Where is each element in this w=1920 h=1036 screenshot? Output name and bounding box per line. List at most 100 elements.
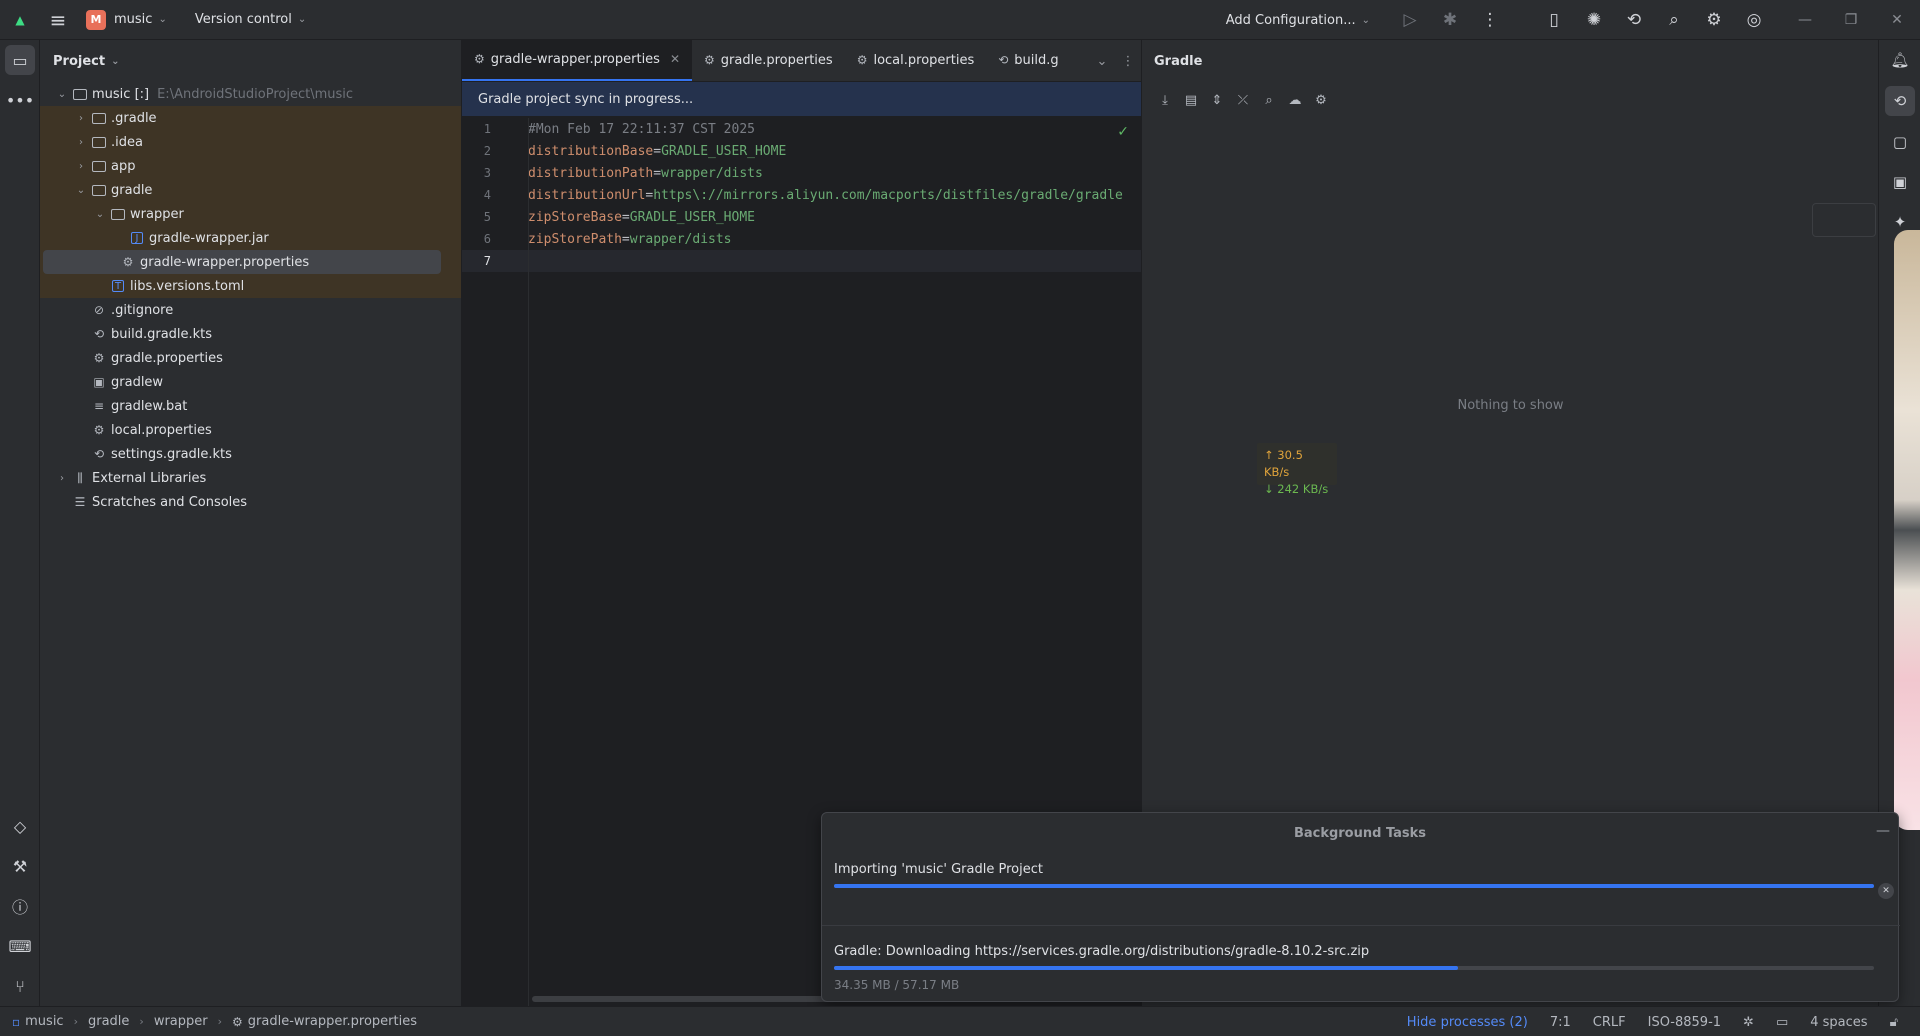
- caret-position[interactable]: 7:1: [1550, 1015, 1571, 1030]
- tree-item[interactable]: ≡ gradlew.bat: [40, 394, 461, 418]
- tree-item[interactable]: Tlibs.versions.toml: [40, 274, 461, 298]
- tree-item[interactable]: ⚙ gradle.properties: [40, 346, 461, 370]
- tree-item[interactable]: › ⫼ External Libraries: [40, 466, 461, 490]
- tree-item[interactable]: ☰ Scratches and Consoles: [40, 490, 461, 514]
- editor-tab[interactable]: ⚙ local.properties: [845, 39, 987, 81]
- chevron-right-icon[interactable]: ›: [73, 161, 89, 172]
- gradle-settings-icon[interactable]: ⚙: [1308, 93, 1334, 108]
- collapse-all-icon[interactable]: ⤫: [1230, 93, 1256, 108]
- settings-gear-icon[interactable]: ⚙: [1694, 0, 1734, 40]
- chevron-down-icon[interactable]: ⌄: [73, 185, 89, 196]
- chevron-right-icon[interactable]: ›: [73, 113, 89, 124]
- breadcrumb-item[interactable]: wrapper: [154, 1014, 208, 1029]
- floating-placeholder: [1812, 203, 1876, 237]
- breadcrumb-item[interactable]: ⚙ gradle-wrapper.properties: [232, 1014, 417, 1029]
- notifications-icon[interactable]: 🔔︎: [1879, 40, 1920, 80]
- read-only-lock-icon[interactable]: 🔓︎: [1890, 1015, 1898, 1030]
- restore-window-icon[interactable]: ❐: [1828, 0, 1874, 40]
- memory-indicator-icon[interactable]: ▭: [1776, 1015, 1788, 1030]
- chevron-right-icon[interactable]: ›: [73, 137, 89, 148]
- search-icon[interactable]: ⌕: [1654, 0, 1694, 40]
- account-icon[interactable]: ◎: [1734, 0, 1774, 40]
- sync-message: Gradle project sync in progress...: [478, 91, 694, 107]
- app-quality-icon[interactable]: ✺: [1574, 0, 1614, 40]
- code-editor[interactable]: 1 #Mon Feb 17 22:11:37 CST 2025 2 distribut…: [462, 118, 1141, 272]
- tab-list-chevron-icon[interactable]: ⌄: [1089, 54, 1115, 69]
- tree-item[interactable]: ⚙ gradle-wrapper.properties: [43, 250, 441, 274]
- tree-item-label: libs.versions.toml: [130, 278, 245, 294]
- close-window-icon[interactable]: ✕: [1874, 0, 1920, 40]
- offline-mode-icon[interactable]: ☁: [1282, 93, 1308, 108]
- cancel-task-icon[interactable]: ✕: [1878, 883, 1894, 899]
- terminal-icon[interactable]: ⌨: [0, 926, 40, 966]
- indent-setting[interactable]: 4 spaces: [1810, 1015, 1867, 1030]
- editor-tab[interactable]: ⚙ gradle.properties: [692, 39, 845, 81]
- breadcrumb-item[interactable]: ▫ music: [12, 1014, 64, 1029]
- sync-gradle-icon[interactable]: ⟲: [1614, 0, 1654, 40]
- tree-item[interactable]: ⌄ music [:] E:\AndroidStudioProject\music: [40, 82, 461, 106]
- tree-item[interactable]: ⊘ .gitignore: [40, 298, 461, 322]
- project-panel-header[interactable]: Project ⌄: [40, 40, 461, 82]
- tree-item-label: settings.gradle.kts: [111, 446, 232, 462]
- line-number: 5: [483, 210, 491, 224]
- run-task-icon[interactable]: ▤: [1178, 93, 1204, 108]
- tree-item[interactable]: ⟲ build.gradle.kts: [40, 322, 461, 346]
- tree-item[interactable]: ⚙ local.properties: [40, 418, 461, 442]
- tree-item[interactable]: › app: [40, 154, 461, 178]
- gradle-elephant-icon[interactable]: ⟲: [1885, 86, 1915, 116]
- more-actions-icon[interactable]: ⋮: [1470, 0, 1510, 40]
- ai-assistant-icon[interactable]: ✲: [1743, 1015, 1754, 1030]
- android-studio-logo-icon: ▲: [15, 12, 25, 27]
- chevron-right-icon[interactable]: ›: [54, 473, 70, 484]
- gem-icon[interactable]: ◇: [0, 806, 40, 846]
- expand-all-icon[interactable]: ⇕: [1204, 93, 1230, 108]
- device-manager-icon[interactable]: ▯: [1534, 0, 1574, 40]
- close-tab-icon[interactable]: ✕: [670, 52, 680, 66]
- running-devices-icon[interactable]: ▣: [1879, 162, 1920, 202]
- chevron-right-icon: ›: [217, 1015, 223, 1028]
- debug-icon[interactable]: ✱: [1430, 0, 1470, 40]
- minimize-icon[interactable]: —: [1876, 823, 1890, 839]
- project-selector[interactable]: M music ⌄: [86, 9, 167, 30]
- minimize-window-icon[interactable]: —: [1782, 0, 1828, 40]
- tree-item[interactable]: ▣ gradlew: [40, 370, 461, 394]
- run-icon[interactable]: ▷: [1390, 0, 1430, 40]
- analyze-deps-icon[interactable]: ⌕: [1256, 93, 1282, 108]
- more-tool-windows-icon[interactable]: •••: [0, 80, 40, 120]
- project-folder-icon[interactable]: ▭: [5, 45, 35, 75]
- shell-script-icon: ▣: [93, 375, 105, 389]
- git-branch-icon[interactable]: ⑂: [0, 966, 40, 1006]
- tree-item[interactable]: › .gradle: [40, 106, 461, 130]
- file-encoding[interactable]: ISO-8859-1: [1648, 1015, 1721, 1030]
- tab-more-icon[interactable]: ⋮: [1115, 54, 1141, 69]
- folder-icon: [72, 86, 88, 102]
- build-icon[interactable]: ⚒: [0, 846, 40, 886]
- chevron-down-icon[interactable]: ⌄: [54, 89, 70, 100]
- main-menu-icon[interactable]: ≡: [40, 0, 76, 40]
- editor-tab[interactable]: ⟲ build.g: [986, 39, 1070, 81]
- problems-icon[interactable]: ⓘ: [0, 886, 40, 926]
- editor-tab-label: build.g: [1014, 52, 1059, 68]
- code-text: zipStoreBase=GRADLE_USER_HOME: [528, 209, 755, 225]
- version-control-menu[interactable]: Version control ⌄: [195, 12, 306, 27]
- network-speed-widget: ↑ 30.5 KB/s ↓ 242 KB/s: [1257, 443, 1337, 496]
- line-ending[interactable]: CRLF: [1593, 1015, 1626, 1030]
- editor-tab[interactable]: ⚙ gradle-wrapper.properties ✕: [462, 39, 693, 81]
- code-comment: #Mon Feb 17 22:11:37 CST 2025: [528, 121, 755, 137]
- breadcrumb-item[interactable]: gradle: [88, 1014, 129, 1029]
- background-tasks-title: Background Tasks: [1293, 825, 1427, 841]
- hide-processes-link[interactable]: Hide processes (2): [1407, 1015, 1528, 1030]
- project-name: music: [114, 12, 153, 27]
- tree-item[interactable]: Jgradle-wrapper.jar: [40, 226, 461, 250]
- project-path-hint: E:\AndroidStudioProject\music: [157, 86, 354, 102]
- download-speed: ↓ 242 KB/s: [1264, 482, 1329, 496]
- download-sources-icon[interactable]: ⤓: [1152, 93, 1178, 108]
- tree-item[interactable]: ⌄ wrapper: [40, 202, 461, 226]
- tree-item[interactable]: ⌄ gradle: [40, 178, 461, 202]
- tree-item[interactable]: ⟲ settings.gradle.kts: [40, 442, 461, 466]
- chevron-down-icon[interactable]: ⌄: [92, 209, 108, 220]
- add-configuration-button[interactable]: Add Configuration... ⌄: [1226, 13, 1370, 28]
- device-explorer-icon[interactable]: ▢: [1879, 122, 1920, 162]
- tree-item[interactable]: › .idea: [40, 130, 461, 154]
- tree-item-label: gradle-wrapper.jar: [149, 230, 269, 246]
